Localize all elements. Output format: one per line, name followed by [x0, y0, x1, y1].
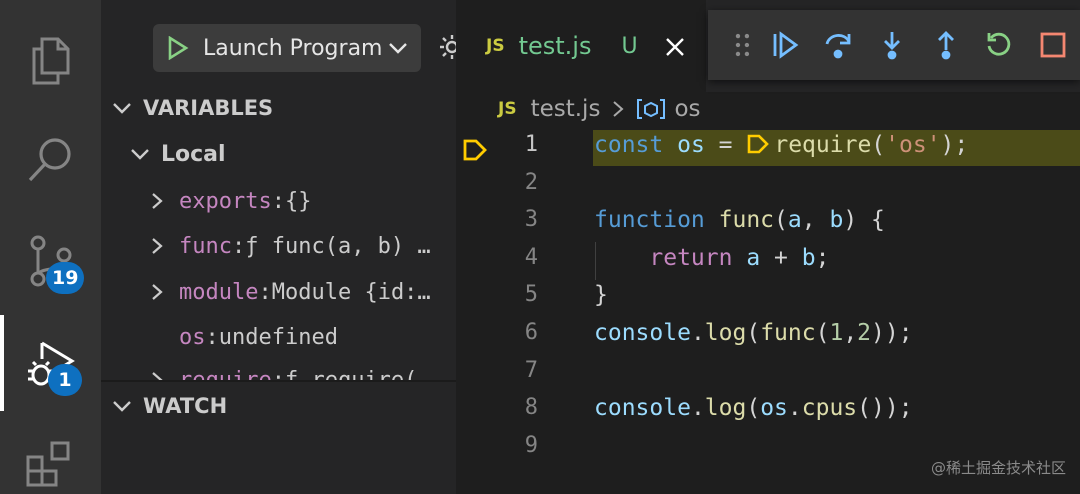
inline-breakpoint-icon[interactable]: [746, 133, 770, 155]
debug-toolbar: [708, 10, 1080, 80]
scope-label: Local: [161, 141, 226, 167]
line-number: 8: [524, 395, 538, 421]
activity-search[interactable]: [0, 110, 101, 210]
code-line: 5 }: [456, 278, 1080, 316]
activity-source-control[interactable]: [0, 210, 101, 310]
variable-value: undefined: [218, 324, 338, 350]
breadcrumb-symbol[interactable]: os: [674, 96, 700, 122]
editor-area: JS test.js U JS test.js os 1 const os = …: [456, 0, 1080, 494]
tab-bar: JS test.js U: [456, 0, 1080, 92]
variables-section-header[interactable]: VARIABLES: [101, 90, 456, 126]
variable-row[interactable]: module: Module {id:…: [101, 271, 456, 313]
restart-icon: [988, 32, 1011, 56]
code-line: 4 return a + b;: [456, 241, 1080, 279]
chevron-down-icon: [131, 149, 149, 160]
continue-button[interactable]: [758, 20, 812, 70]
launch-config-label: Launch Program: [203, 35, 383, 61]
search-icon: [28, 138, 71, 182]
variable-value: ƒ func(a, b) …: [245, 233, 431, 259]
step-into-icon: [884, 32, 901, 60]
tab-title: test.js: [518, 32, 592, 60]
line-number: 1: [524, 132, 538, 157]
launch-config-select[interactable]: Launch Program: [153, 24, 421, 72]
step-into-button[interactable]: [865, 20, 919, 70]
git-status-badge: U: [621, 33, 638, 59]
line-number: 5: [524, 282, 538, 308]
code-text: const os = require('os');: [594, 132, 969, 158]
continue-icon: [773, 31, 799, 59]
line-number: 6: [524, 320, 538, 345]
chevron-right-icon: [152, 193, 163, 209]
line-number: 9: [524, 432, 538, 458]
chevron-down-icon: [389, 43, 407, 54]
drag-handle-icon[interactable]: [734, 32, 752, 58]
stop-button[interactable]: [1026, 20, 1080, 70]
code-text: return a + b;: [649, 244, 830, 271]
stop-icon: [1040, 32, 1066, 58]
step-over-button[interactable]: [812, 20, 866, 70]
variable-row[interactable]: exports: {}: [101, 180, 456, 222]
step-over-icon: [826, 34, 851, 59]
activity-explorer[interactable]: [0, 10, 101, 110]
activity-run-debug[interactable]: [0, 312, 101, 412]
step-out-icon: [937, 31, 954, 60]
variable-name: exports: [179, 188, 272, 214]
start-debugging-icon[interactable]: [167, 36, 189, 60]
breadcrumb-file[interactable]: test.js: [531, 96, 601, 122]
debug-badge: 1: [48, 364, 82, 396]
scope-local[interactable]: Local: [101, 136, 456, 172]
code-text: function func(a, b) {: [594, 207, 885, 234]
chevron-right-icon: [613, 101, 624, 117]
code-line: 1 const os = require('os');: [456, 128, 1080, 166]
restart-button[interactable]: [973, 20, 1027, 70]
variable-value: Module {id:…: [271, 279, 431, 305]
close-icon[interactable]: [664, 36, 686, 58]
chevron-right-icon: [152, 284, 163, 300]
variable-row[interactable]: func: ƒ func(a, b) …: [101, 225, 456, 267]
variables-title: VARIABLES: [143, 96, 274, 120]
code-text: console.log(func(1,2));: [594, 320, 913, 346]
run-debug-sidebar: Launch Program VARIABLES Local exports: …: [101, 0, 463, 494]
variable-name: func: [179, 233, 232, 259]
watch-section-header[interactable]: WATCH: [101, 388, 456, 424]
code-text: console.log(os.cpus());: [594, 395, 913, 422]
line-number: 4: [524, 244, 538, 270]
code-line: 7: [456, 354, 1080, 392]
code-line: 3 function func(a, b) {: [456, 203, 1080, 241]
variable-row[interactable]: require: ƒ require(…: [101, 362, 456, 382]
chevron-down-icon: [113, 401, 131, 412]
js-file-icon: JS: [498, 99, 517, 119]
line-number: 2: [524, 169, 538, 195]
step-out-button[interactable]: [919, 20, 973, 70]
watch-title: WATCH: [143, 394, 228, 418]
source-control-badge: 19: [46, 262, 85, 294]
variable-value: {}: [284, 188, 312, 214]
tab-test-js[interactable]: JS test.js U: [456, 0, 706, 92]
code-line: 2: [456, 166, 1080, 204]
section-divider: [101, 380, 456, 382]
code-line: 8 console.log(os.cpus());: [456, 391, 1080, 429]
code-text: }: [594, 282, 608, 309]
variable-name: os: [179, 324, 206, 350]
breadcrumb: JS test.js os: [498, 94, 701, 124]
line-number: 7: [524, 357, 538, 383]
code-line: 6 console.log(func(1,2));: [456, 316, 1080, 354]
activity-bar: 19 1: [0, 0, 101, 494]
variable-symbol-icon: [637, 99, 666, 119]
variable-row[interactable]: os: undefined: [101, 316, 456, 358]
breakpoint-current-icon[interactable]: [462, 138, 488, 162]
activity-extensions[interactable]: [0, 414, 101, 494]
watermark: @稀土掘金技术社区: [930, 459, 1066, 477]
variable-name: module: [179, 279, 259, 305]
chevron-down-icon: [113, 103, 131, 114]
chevron-right-icon: [152, 238, 163, 254]
debug-launch-bar: Launch Program: [101, 0, 463, 92]
line-number: 3: [524, 207, 538, 233]
files-icon: [32, 37, 69, 85]
extensions-icon: [26, 441, 69, 487]
js-file-icon: JS: [486, 36, 505, 56]
